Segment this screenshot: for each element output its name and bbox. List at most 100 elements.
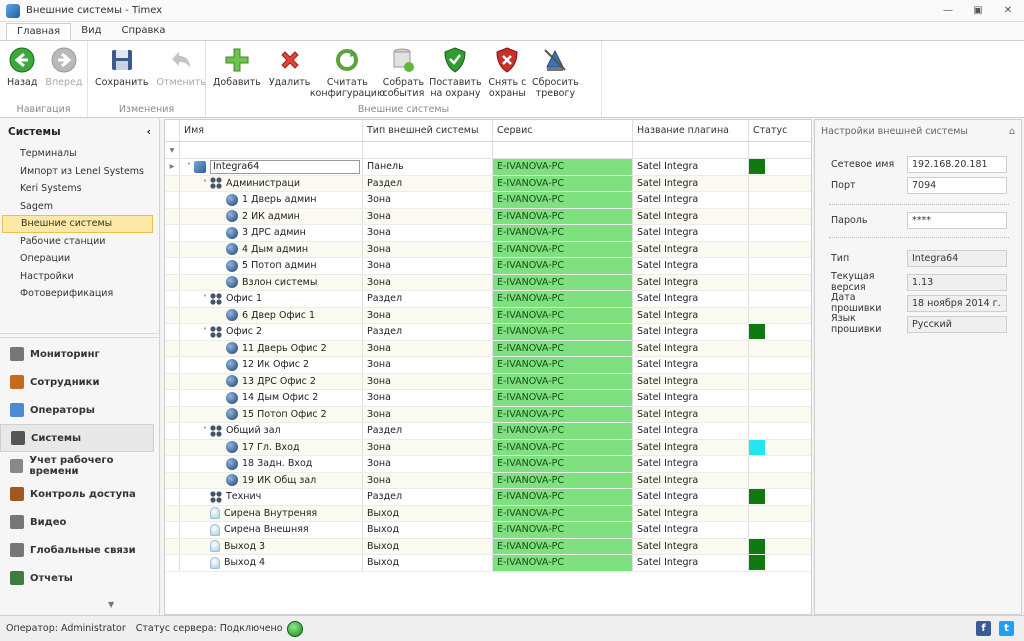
cell-name[interactable]: Сирена Внутреняя	[180, 505, 363, 521]
nav-item[interactable]: Сотрудники	[0, 368, 160, 396]
close-button[interactable]: ✕	[1000, 3, 1016, 17]
cell-name[interactable]: ˅ Общий зал	[180, 423, 363, 439]
nav-item[interactable]: Учет рабочего времени	[0, 452, 160, 480]
table-row[interactable]: Сирена Внутреняя Выход E-IVANOVA-PC Satel I…	[165, 505, 811, 522]
nav-item[interactable]: Операторы	[0, 396, 160, 424]
table-row[interactable]: 3 ДРС админ Зона E-IVANOVA-PC Satel Integra	[165, 225, 811, 242]
table-row[interactable]: 6 Двер Офис 1 Зона E-IVANOVA-PC Satel Integ…	[165, 307, 811, 324]
expand-chevron-icon[interactable]: ˅	[200, 327, 210, 336]
cell-name[interactable]: 14 Дым Офис 2	[180, 390, 363, 406]
cell-name[interactable]: 5 Потоп админ	[180, 258, 363, 274]
table-row[interactable]: ▸ ˅ Integra64 Панель E-IVANOVA-PC Satel Integ…	[165, 159, 811, 176]
tab-view[interactable]: Вид	[71, 23, 111, 40]
table-row[interactable]: Технич Раздел E-IVANOVA-PC Satel Integra	[165, 489, 811, 506]
cell-name[interactable]: 15 Потоп Офис 2	[180, 406, 363, 422]
table-row[interactable]: Сирена Внешняя Выход E-IVANOVA-PC Satel Int…	[165, 522, 811, 539]
tab-home[interactable]: Главная	[6, 23, 72, 40]
table-row[interactable]: Выход 3 Выход E-IVANOVA-PC Satel Integra	[165, 538, 811, 555]
expand-chevron-icon[interactable]: ˅	[200, 426, 210, 435]
more-chevron-icon[interactable]: ▼	[108, 600, 114, 609]
filter-status[interactable]	[749, 142, 811, 158]
nav-item[interactable]: Системы	[0, 424, 154, 452]
column-header-name[interactable]: Имя	[180, 120, 363, 141]
table-row[interactable]: 4 Дым админ Зона E-IVANOVA-PC Satel Integra	[165, 241, 811, 258]
cell-name[interactable]: 2 ИК админ	[180, 208, 363, 224]
cell-name[interactable]: 1 Дверь админ	[180, 192, 363, 208]
cell-name[interactable]: 17 Гл. Вход	[180, 439, 363, 455]
table-row[interactable]: 11 Дверь Офис 2 Зона E-IVANOVA-PC Satel Int…	[165, 340, 811, 357]
table-row[interactable]: ˅ Офис 2 Раздел E-IVANOVA-PC Satel Integra	[165, 324, 811, 341]
collapse-chevron-icon[interactable]: ‹	[147, 126, 151, 138]
nav-item[interactable]: Отчеты	[0, 564, 160, 592]
nav-item[interactable]: Глобальные связи	[0, 536, 160, 564]
facebook-icon[interactable]: f	[976, 621, 991, 636]
cell-name[interactable]: ˅ Администраци	[180, 175, 363, 191]
cell-name[interactable]: 12 Ик Офис 2	[180, 357, 363, 373]
cell-name[interactable]: 6 Двер Офис 1	[180, 307, 363, 323]
port-input[interactable]: 7094	[907, 177, 1007, 194]
systems-list-item[interactable]: Рабочие станции	[2, 233, 159, 251]
systems-list-item[interactable]: Импорт из Lenel Systems	[2, 163, 159, 181]
cell-name[interactable]: 13 ДРС Офис 2	[180, 373, 363, 389]
minimize-button[interactable]: —	[940, 3, 956, 17]
filter-service[interactable]	[493, 142, 633, 158]
table-row[interactable]: 18 Задн. Вход Зона E-IVANOVA-PC Satel Integ…	[165, 456, 811, 473]
cell-name[interactable]: 18 Задн. Вход	[180, 456, 363, 472]
maximize-button[interactable]: ▣	[970, 3, 986, 17]
cell-name[interactable]: 19 ИК Общ зал	[180, 472, 363, 488]
filter-type[interactable]	[363, 142, 493, 158]
cell-name[interactable]: Технич	[180, 489, 363, 505]
twitter-icon[interactable]: t	[999, 621, 1014, 636]
cell-name[interactable]: Выход 3	[180, 538, 363, 554]
table-row[interactable]: 19 ИК Общ зал Зона E-IVANOVA-PC Satel Integ…	[165, 472, 811, 489]
table-row[interactable]: 15 Потоп Офис 2 Зона E-IVANOVA-PC Satel Int…	[165, 406, 811, 423]
cell-name[interactable]: Взлон системы	[180, 274, 363, 290]
partition-icon	[210, 491, 222, 503]
expand-chevron-icon[interactable]: ˅	[200, 294, 210, 303]
column-header-type[interactable]: Тип внешней системы	[363, 120, 493, 141]
cell-name[interactable]: Сирена Внешняя	[180, 522, 363, 538]
filter-name[interactable]	[180, 142, 363, 158]
cell-name[interactable]: 4 Дым админ	[180, 241, 363, 257]
table-row[interactable]: 12 Ик Офис 2 Зона E-IVANOVA-PC Satel Integr…	[165, 357, 811, 374]
panel-splitter[interactable]	[0, 333, 160, 338]
systems-list-item[interactable]: Операции	[2, 250, 159, 268]
cell-name[interactable]: ˅ Integra64	[180, 159, 363, 175]
column-header-plugin[interactable]: Название плагина	[633, 120, 749, 141]
cell-name-text: 3 ДРС админ	[242, 227, 306, 239]
systems-list-item[interactable]: Sagem	[2, 198, 159, 216]
cell-name[interactable]: 11 Дверь Офис 2	[180, 340, 363, 356]
column-header-status[interactable]: Статус	[749, 120, 811, 141]
table-row[interactable]: 14 Дым Офис 2 Зона E-IVANOVA-PC Satel Integ…	[165, 390, 811, 407]
column-header-service[interactable]: Сервис	[493, 120, 633, 141]
password-input[interactable]: ****	[907, 212, 1007, 229]
table-row[interactable]: 17 Гл. Вход Зона E-IVANOVA-PC Satel Integra	[165, 439, 811, 456]
cell-name[interactable]: Выход 4	[180, 555, 363, 571]
pin-icon[interactable]: ⌂	[1009, 126, 1015, 137]
systems-list-item[interactable]: Настройки	[2, 268, 159, 286]
tab-help[interactable]: Справка	[111, 23, 175, 40]
network-name-input[interactable]: 192.168.20.181	[907, 156, 1007, 173]
filter-plugin[interactable]	[633, 142, 749, 158]
nav-item[interactable]: Контроль доступа	[0, 480, 160, 508]
table-row[interactable]: ˅ Общий зал Раздел E-IVANOVA-PC Satel Integr…	[165, 423, 811, 440]
systems-list-item[interactable]: Фотоверификация	[2, 285, 159, 303]
table-row[interactable]: 5 Потоп админ Зона E-IVANOVA-PC Satel Integ…	[165, 258, 811, 275]
expand-chevron-icon[interactable]: ˅	[200, 179, 210, 188]
table-row[interactable]: 2 ИК админ Зона E-IVANOVA-PC Satel Integra	[165, 208, 811, 225]
systems-list-item[interactable]: Внешние системы	[2, 215, 153, 233]
systems-list-item[interactable]: Терминалы	[2, 145, 159, 163]
nav-item[interactable]: Мониторинг	[0, 340, 160, 368]
table-row[interactable]: ˅ Администраци Раздел E-IVANOVA-PC Satel Int…	[165, 175, 811, 192]
nav-item[interactable]: Видео	[0, 508, 160, 536]
expand-chevron-icon[interactable]: ˅	[184, 162, 194, 171]
table-row[interactable]: ˅ Офис 1 Раздел E-IVANOVA-PC Satel Integra	[165, 291, 811, 308]
table-row[interactable]: 1 Дверь админ Зона E-IVANOVA-PC Satel Integ…	[165, 192, 811, 209]
cell-name[interactable]: 3 ДРС админ	[180, 225, 363, 241]
table-row[interactable]: Взлон системы Зона E-IVANOVA-PC Satel Integ…	[165, 274, 811, 291]
table-row[interactable]: Выход 4 Выход E-IVANOVA-PC Satel Integra	[165, 555, 811, 572]
systems-list-item[interactable]: Keri Systems	[2, 180, 159, 198]
table-row[interactable]: 13 ДРС Офис 2 Зона E-IVANOVA-PC Satel Integ…	[165, 373, 811, 390]
cell-name[interactable]: ˅ Офис 1	[180, 291, 363, 307]
cell-name[interactable]: ˅ Офис 2	[180, 324, 363, 340]
